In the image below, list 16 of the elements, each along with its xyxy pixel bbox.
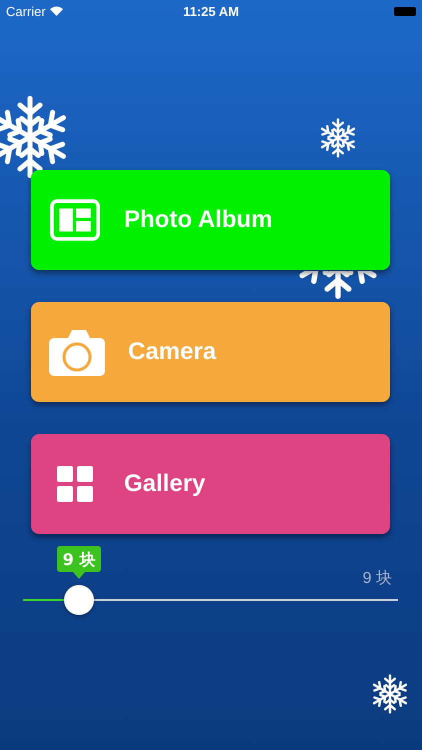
- menu-button[interactable]: Gallery: [31, 434, 390, 534]
- carrier-label: Carrier: [6, 4, 46, 18]
- snowflake-icon: [370, 674, 410, 714]
- slider-thumb[interactable]: [64, 585, 94, 615]
- time-label: 11:25 AM: [183, 4, 239, 18]
- menu-button[interactable]: Camera: [31, 302, 390, 402]
- layout-icon: [48, 199, 102, 241]
- battery-icon: [394, 6, 416, 16]
- snowflake-icon: [318, 118, 358, 158]
- grid-icon: [57, 466, 93, 502]
- value-tooltip: 9 块: [57, 546, 102, 580]
- wifi-icon: [50, 6, 63, 16]
- value-label: 9 块: [362, 568, 392, 589]
- menu-button[interactable]: Photo Album: [31, 170, 390, 270]
- camera-icon: [48, 328, 106, 376]
- slider[interactable]: [23, 585, 398, 615]
